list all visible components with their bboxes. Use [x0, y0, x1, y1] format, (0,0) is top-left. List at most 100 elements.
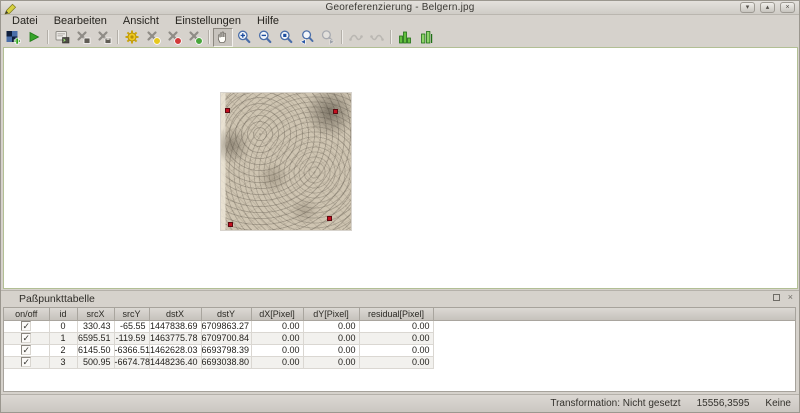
- gcp-checkbox-3[interactable]: ✓: [21, 357, 31, 367]
- gcp-checkbox-0[interactable]: ✓: [21, 321, 31, 331]
- cell-srcy[interactable]: -6674.78: [114, 356, 149, 368]
- maximize-button[interactable]: ▴: [760, 2, 775, 13]
- generate-gdal-script-icon[interactable]: [52, 28, 72, 47]
- window-title: Georeferenzierung - Belgern.jpg: [1, 2, 799, 13]
- menu-einstellungen[interactable]: Einstellungen: [168, 15, 248, 27]
- georeferencer-window-icon: [4, 2, 17, 20]
- gcp-row-3: ✓ 3 500.95 -6674.78 1448236.40 6693038.8…: [4, 356, 795, 368]
- zoom-to-layer-icon[interactable]: [276, 28, 296, 47]
- toolbar-separator: [388, 29, 394, 45]
- gcp-table-area: on/off id srcX srcY dstX dstY dX[Pixel] …: [3, 307, 796, 392]
- cell-residual: 0.00: [359, 320, 433, 332]
- col-header-filler: [433, 308, 795, 320]
- cell-dsty[interactable]: 6709700.84: [201, 332, 251, 344]
- toolbar-separator: [339, 29, 345, 45]
- map-canvas[interactable]: [3, 47, 798, 289]
- cell-dy: 0.00: [303, 356, 359, 368]
- col-header-dx[interactable]: dX[Pixel]: [251, 308, 303, 320]
- gcp-checkbox-1[interactable]: ✓: [21, 333, 31, 343]
- cell-dstx[interactable]: 1448236.40: [149, 356, 201, 368]
- cell-srcx[interactable]: 6145.50: [77, 344, 114, 356]
- zoom-in-icon[interactable]: [234, 28, 254, 47]
- histogram-stretch-full-icon[interactable]: [395, 28, 415, 47]
- cell-dsty[interactable]: 6709863.27: [201, 320, 251, 332]
- gcp-marker-1[interactable]: [333, 109, 338, 114]
- cell-residual: 0.00: [359, 344, 433, 356]
- toolbar-separator: [206, 29, 212, 45]
- cell-dstx[interactable]: 1463775.78: [149, 332, 201, 344]
- cell-id: 2: [49, 344, 77, 356]
- cell-srcy[interactable]: -119.59: [114, 332, 149, 344]
- cell-residual: 0.00: [359, 332, 433, 344]
- close-button[interactable]: ×: [780, 2, 795, 13]
- col-header-srcx[interactable]: srcX: [77, 308, 114, 320]
- dock-float-icon[interactable]: [773, 294, 780, 301]
- delete-point-icon[interactable]: [164, 28, 184, 47]
- cell-srcx[interactable]: 500.95: [77, 356, 114, 368]
- menu-hilfe[interactable]: Hilfe: [250, 15, 286, 27]
- pan-icon[interactable]: [213, 28, 233, 47]
- dock-close-icon[interactable]: ×: [788, 293, 793, 302]
- menu-bar: Datei Bearbeiten Ansicht Einstellungen H…: [1, 15, 799, 27]
- col-header-onoff[interactable]: on/off: [4, 308, 49, 320]
- cell-id: 0: [49, 320, 77, 332]
- start-georeferencing-icon[interactable]: [24, 28, 44, 47]
- cell-dy: 0.00: [303, 344, 359, 356]
- menu-ansicht[interactable]: Ansicht: [116, 15, 166, 27]
- cell-dstx[interactable]: 1462628.03: [149, 344, 201, 356]
- col-header-dy[interactable]: dY[Pixel]: [303, 308, 359, 320]
- link-qgis-to-georeferencer-icon[interactable]: [367, 28, 387, 47]
- gcp-row-2: ✓ 2 6145.50 -6366.51 1462628.03 6693798.…: [4, 344, 795, 356]
- gcp-marker-2[interactable]: [327, 216, 332, 221]
- col-header-id[interactable]: id: [49, 308, 77, 320]
- cell-dx: 0.00: [251, 320, 303, 332]
- cell-dsty[interactable]: 6693798.39: [201, 344, 251, 356]
- zoom-last-icon[interactable]: [297, 28, 317, 47]
- gcp-table: on/off id srcX srcY dstX dstY dX[Pixel] …: [4, 308, 795, 369]
- cell-dsty[interactable]: 6693038.80: [201, 356, 251, 368]
- gcp-marker-3[interactable]: [228, 222, 233, 227]
- zoom-out-icon[interactable]: [255, 28, 275, 47]
- cell-dy: 0.00: [303, 332, 359, 344]
- cell-dx: 0.00: [251, 332, 303, 344]
- save-gcp-points-icon[interactable]: [94, 28, 114, 47]
- minimize-button[interactable]: ▾: [740, 2, 755, 13]
- cell-srcx[interactable]: 330.43: [77, 320, 114, 332]
- cell-srcy[interactable]: -65.55: [114, 320, 149, 332]
- cell-srcy[interactable]: -6366.51: [114, 344, 149, 356]
- col-header-dstx[interactable]: dstX: [149, 308, 201, 320]
- col-header-srcy[interactable]: srcY: [114, 308, 149, 320]
- cell-dstx[interactable]: 1447838.69: [149, 320, 201, 332]
- col-header-residual[interactable]: residual[Pixel]: [359, 308, 433, 320]
- status-bar: Transformation: Nicht gesetzt 15556,3595…: [1, 394, 799, 412]
- add-point-icon[interactable]: [143, 28, 163, 47]
- cell-id: 3: [49, 356, 77, 368]
- open-raster-icon[interactable]: [3, 28, 23, 47]
- gcp-row-0: ✓ 0 330.43 -65.55 1447838.69 6709863.27 …: [4, 320, 795, 332]
- gcp-table-header-row: on/off id srcX srcY dstX dstY dX[Pixel] …: [4, 308, 795, 320]
- cell-id: 1: [49, 332, 77, 344]
- toolbar-separator: [45, 29, 51, 45]
- cell-srcx[interactable]: 6595.51: [77, 332, 114, 344]
- cell-dx: 0.00: [251, 356, 303, 368]
- transformation-settings-icon[interactable]: [122, 28, 142, 47]
- zoom-next-icon[interactable]: [318, 28, 338, 47]
- cell-residual: 0.00: [359, 356, 433, 368]
- window-titlebar[interactable]: Georeferenzierung - Belgern.jpg ▾ ▴ ×: [1, 1, 799, 15]
- load-gcp-points-icon[interactable]: [73, 28, 93, 47]
- histogram-stretch-local-icon[interactable]: [416, 28, 436, 47]
- menu-bearbeiten[interactable]: Bearbeiten: [47, 15, 114, 27]
- gcp-checkbox-2[interactable]: ✓: [21, 345, 31, 355]
- raster-image-belgern[interactable]: [221, 93, 351, 230]
- cell-dy: 0.00: [303, 320, 359, 332]
- rotation-display: Keine: [765, 398, 791, 409]
- col-header-dsty[interactable]: dstY: [201, 308, 251, 320]
- gcp-dock-titlebar[interactable]: Paßpunkttabelle ×: [1, 290, 799, 306]
- move-point-icon[interactable]: [185, 28, 205, 47]
- link-georeferencer-to-qgis-icon[interactable]: [346, 28, 366, 47]
- gcp-dock-title: Paßpunkttabelle: [1, 293, 95, 305]
- toolbar-separator: [115, 29, 121, 45]
- transformation-status: Transformation: Nicht gesetzt: [550, 398, 680, 409]
- gcp-row-1: ✓ 1 6595.51 -119.59 1463775.78 6709700.8…: [4, 332, 795, 344]
- gcp-marker-0[interactable]: [225, 108, 230, 113]
